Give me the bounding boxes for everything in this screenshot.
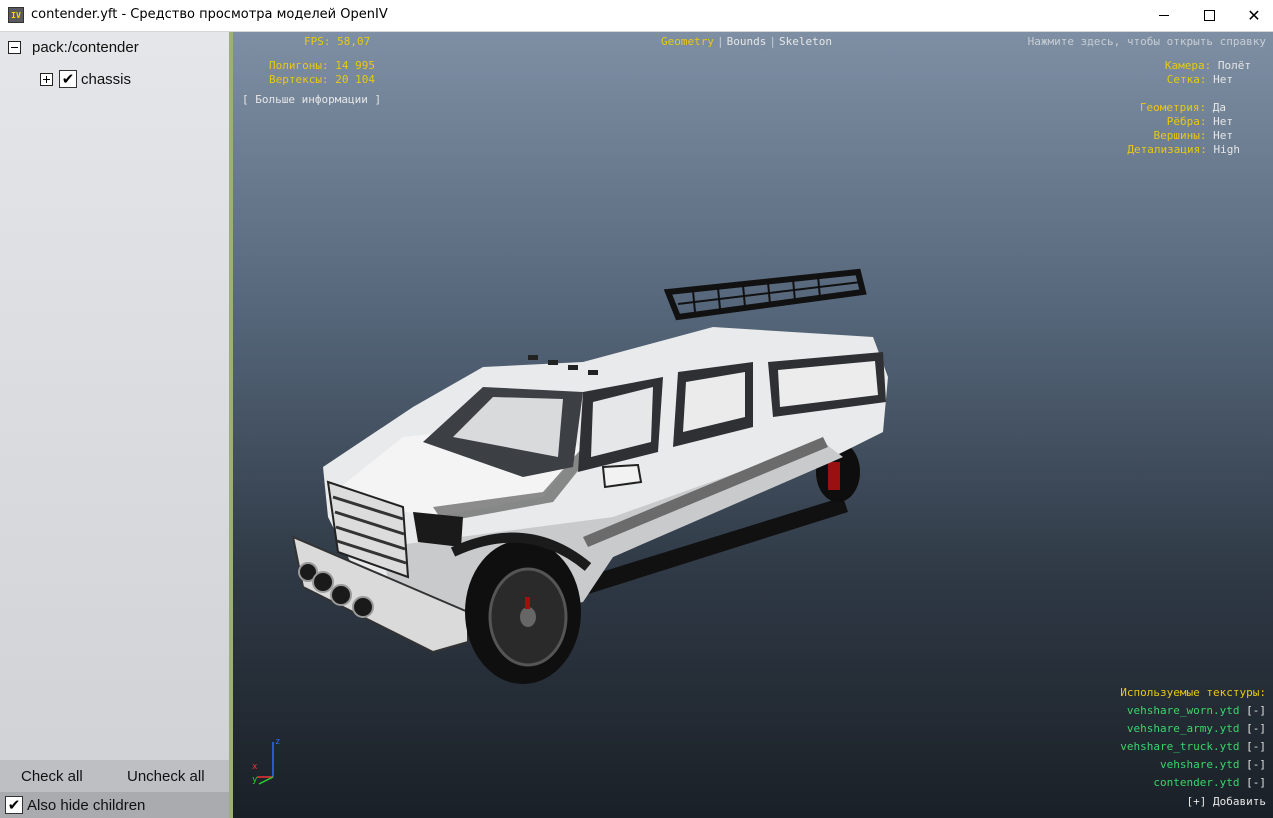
vertices-setting-value: Нет <box>1213 129 1233 142</box>
polygons-value: 14 995 <box>335 59 375 72</box>
remove-texture-button[interactable]: [-] <box>1246 776 1266 789</box>
camera-setting[interactable]: Камера: Полёт <box>1165 59 1251 73</box>
roof-rack <box>663 268 867 321</box>
remove-texture-button[interactable]: [-] <box>1246 740 1266 753</box>
remove-texture-button[interactable]: [-] <box>1246 704 1266 717</box>
window-title: contender.yft - Средство просмотра модел… <box>31 7 388 22</box>
model-tree-panel: pack:/contender ✔ chassis Check all Unch… <box>0 32 229 818</box>
also-hide-children-checkbox[interactable]: ✔ <box>5 796 23 814</box>
lod-label: Детализация: <box>1127 143 1207 156</box>
openiv-app-icon[interactable]: IV <box>8 7 24 23</box>
texture-name[interactable]: vehshare_army.ytd <box>1127 722 1240 735</box>
texture-name[interactable]: vehshare_truck.ytd <box>1120 740 1239 753</box>
used-textures-header: Используемые текстуры: <box>1120 686 1266 699</box>
tab-separator: | <box>769 35 776 48</box>
vertices-setting-label: Вершины: <box>1153 129 1207 142</box>
texture-name[interactable]: vehshare.ytd <box>1160 758 1239 771</box>
tree-node-chassis[interactable]: ✔ chassis <box>40 70 131 88</box>
checkmark-icon: ✔ <box>61 70 75 88</box>
check-all-button[interactable]: Check all <box>21 768 83 785</box>
help-link[interactable]: Нажмите здесь, чтобы открыть справку <box>1028 35 1266 49</box>
lod-setting[interactable]: Детализация: High <box>1127 143 1240 157</box>
axis-x-label: x <box>252 762 258 772</box>
tree-node-label: chassis <box>81 70 132 88</box>
texture-row: contender.ytd [-] <box>1153 776 1266 790</box>
grid-setting[interactable]: Сетка: Нет <box>1167 73 1233 87</box>
texture-row: vehshare_truck.ytd [-] <box>1120 740 1266 754</box>
uncheck-all-button[interactable]: Uncheck all <box>127 768 205 785</box>
maximize-button[interactable] <box>1186 0 1232 31</box>
expand-icon[interactable] <box>40 72 53 86</box>
more-info-link[interactable]: [ Больше информации ] <box>242 93 381 107</box>
tree-node-pack-contender[interactable]: pack:/contender <box>8 39 139 56</box>
tab-bounds[interactable]: Bounds <box>727 35 767 48</box>
minimize-button[interactable] <box>1141 0 1187 31</box>
render-mode-tabs: Geometry | Bounds | Skeleton <box>661 35 832 49</box>
geometry-setting[interactable]: Геометрия: Да <box>1140 101 1226 115</box>
tree-node-label: pack:/contender <box>32 39 139 56</box>
edges-value: Нет <box>1213 115 1233 128</box>
close-button[interactable]: ✕ <box>1231 0 1273 31</box>
also-hide-children-option[interactable]: ✔ Also hide children <box>0 792 229 818</box>
title-bar: IV contender.yft - Средство просмотра мо… <box>0 0 1273 32</box>
checkmark-icon: ✔ <box>7 796 21 814</box>
camera-label: Камера: <box>1164 59 1212 72</box>
fps-value: 58,07 <box>337 35 371 48</box>
tab-separator: | <box>716 35 724 48</box>
fps-label: FPS: <box>304 35 331 48</box>
tree-actions-bar: Check all Uncheck all <box>0 760 229 792</box>
also-hide-children-label: Also hide children <box>27 796 146 814</box>
vertices-setting[interactable]: Вершины: Нет <box>1154 129 1233 143</box>
close-icon: ✕ <box>1247 5 1261 25</box>
grid-value: Нет <box>1213 73 1233 86</box>
add-texture-button[interactable]: [+] Добавить <box>1187 795 1266 809</box>
tab-skeleton[interactable]: Skeleton <box>779 35 832 48</box>
remove-texture-button[interactable]: [-] <box>1246 722 1266 735</box>
grid-label: Сетка: <box>1166 73 1207 86</box>
axis-gizmo-icon: z x y <box>252 737 280 785</box>
model-viewport[interactable]: FPS: 58,07 Полигоны: 14 995 Вертексы: 20… <box>233 32 1273 818</box>
texture-name[interactable]: vehshare_worn.ytd <box>1127 704 1240 717</box>
texture-row: vehshare.ytd [-] <box>1160 758 1266 772</box>
polygons-readout: Полигоны: 14 995 <box>269 59 375 73</box>
edges-label: Рёбра: <box>1166 115 1207 128</box>
remove-texture-button[interactable]: [-] <box>1246 758 1266 771</box>
vertices-readout: Вертексы: 20 104 <box>269 73 375 87</box>
fps-readout: FPS: 58,07 <box>304 35 370 49</box>
axis-z-label: z <box>275 737 280 747</box>
texture-row: vehshare_army.ytd [-] <box>1127 722 1266 736</box>
edges-setting[interactable]: Рёбра: Нет <box>1167 115 1233 129</box>
chassis-visibility-checkbox[interactable]: ✔ <box>59 70 77 88</box>
texture-name[interactable]: contender.ytd <box>1153 776 1239 789</box>
axis-y-label: y <box>252 775 258 785</box>
camera-value: Полёт <box>1217 59 1251 72</box>
maximize-icon <box>1203 10 1215 21</box>
texture-row: vehshare_worn.ytd [-] <box>1127 704 1266 718</box>
polygons-label: Полигоны: <box>269 59 329 72</box>
lod-value: High <box>1213 143 1241 156</box>
minimize-icon <box>1159 15 1169 16</box>
tab-geometry[interactable]: Geometry <box>661 35 714 48</box>
vertices-label: Вертексы: <box>269 73 329 86</box>
geometry-label: Геометрия: <box>1139 101 1207 114</box>
vehicle-3d-model[interactable] <box>283 267 903 697</box>
vertices-value: 20 104 <box>335 73 375 86</box>
collapse-icon[interactable] <box>8 41 21 54</box>
geometry-value: Да <box>1212 101 1226 114</box>
